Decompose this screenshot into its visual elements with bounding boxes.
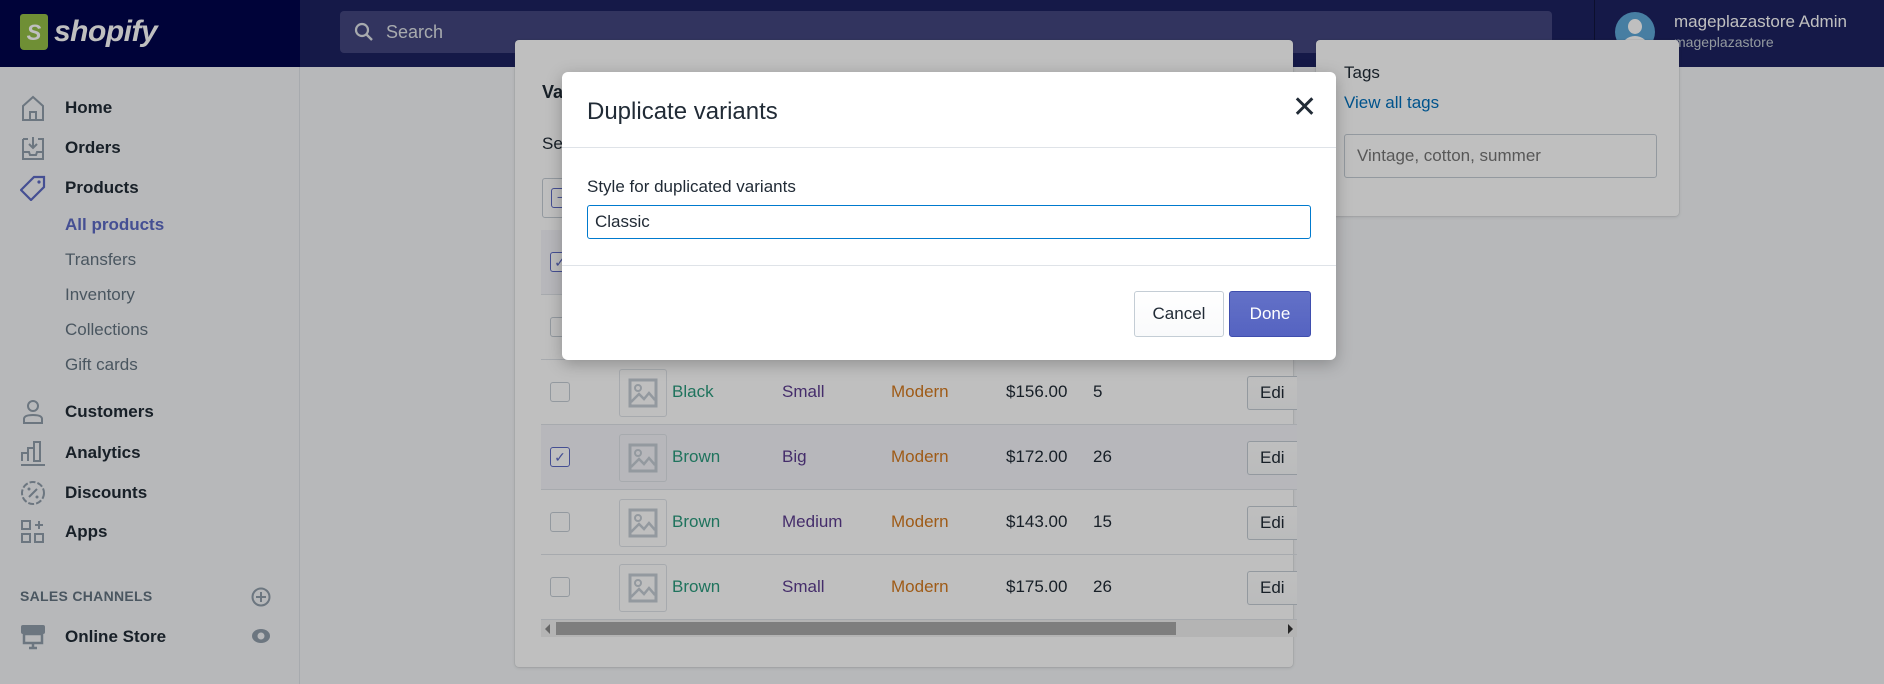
cancel-button[interactable]: Cancel <box>1134 291 1224 337</box>
done-button[interactable]: Done <box>1229 291 1311 337</box>
modal-title: Duplicate variants <box>587 98 778 125</box>
style-input[interactable] <box>587 205 1311 239</box>
divider <box>562 265 1336 266</box>
close-icon[interactable]: ✕ <box>1292 90 1317 125</box>
divider <box>562 147 1336 148</box>
style-field-label: Style for duplicated variants <box>587 177 796 196</box>
duplicate-variants-modal: Duplicate variants ✕ Style for duplicate… <box>562 72 1336 360</box>
